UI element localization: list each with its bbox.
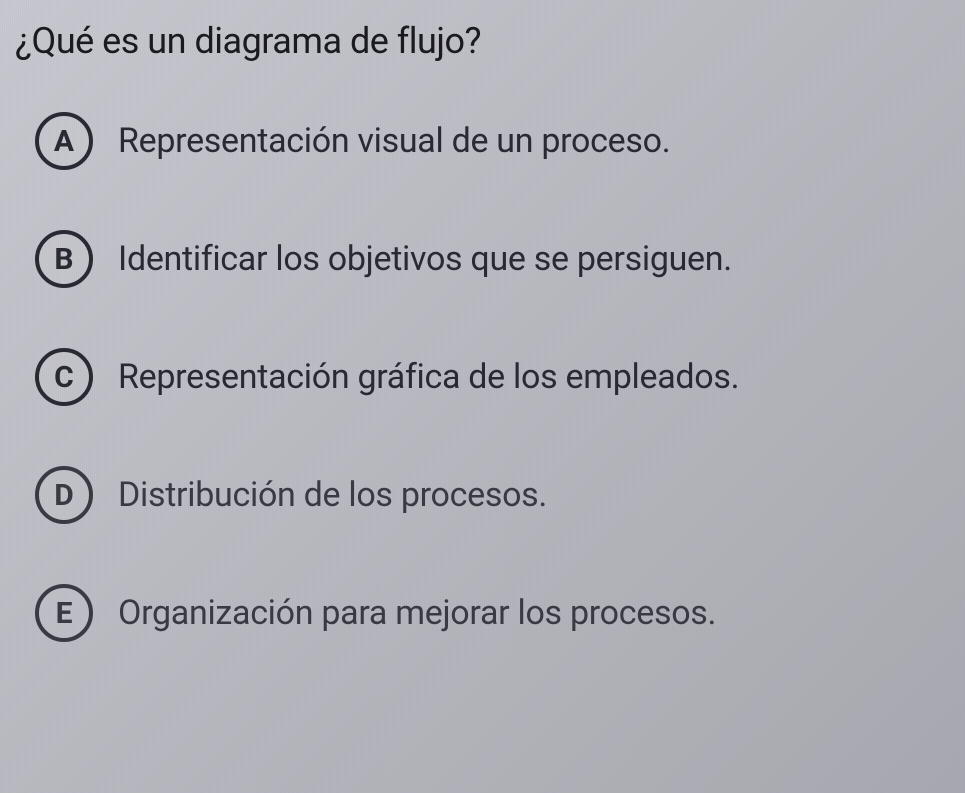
- option-letter: D: [54, 478, 74, 513]
- option-letter: A: [54, 124, 74, 159]
- option-letter: C: [54, 360, 74, 395]
- option-text: Representación gráfica de los empleados.: [118, 357, 739, 397]
- option-letter-circle: C: [35, 348, 93, 406]
- option-text: Distribución de los procesos.: [118, 475, 547, 515]
- question-text: ¿Qué es un diagrama de flujo?: [15, 20, 950, 62]
- option-letter-circle: D: [35, 466, 93, 524]
- option-letter-circle: E: [35, 584, 93, 642]
- option-letter-circle: A: [35, 112, 93, 170]
- option-d[interactable]: D Distribución de los procesos.: [35, 466, 950, 524]
- option-b[interactable]: B Identificar los objetivos que se persi…: [35, 230, 950, 288]
- option-text: Representación visual de un proceso.: [118, 121, 670, 161]
- options-container: A Representación visual de un proceso. B…: [15, 112, 950, 642]
- option-letter: B: [54, 242, 73, 277]
- option-c[interactable]: C Representación gráfica de los empleado…: [35, 348, 950, 406]
- option-e[interactable]: E Organización para mejorar los procesos…: [35, 584, 950, 642]
- option-text: Organización para mejorar los procesos.: [118, 593, 716, 633]
- option-letter-circle: B: [35, 230, 93, 288]
- option-letter: E: [56, 596, 73, 631]
- option-a[interactable]: A Representación visual de un proceso.: [35, 112, 950, 170]
- option-text: Identificar los objetivos que se persigu…: [118, 239, 732, 279]
